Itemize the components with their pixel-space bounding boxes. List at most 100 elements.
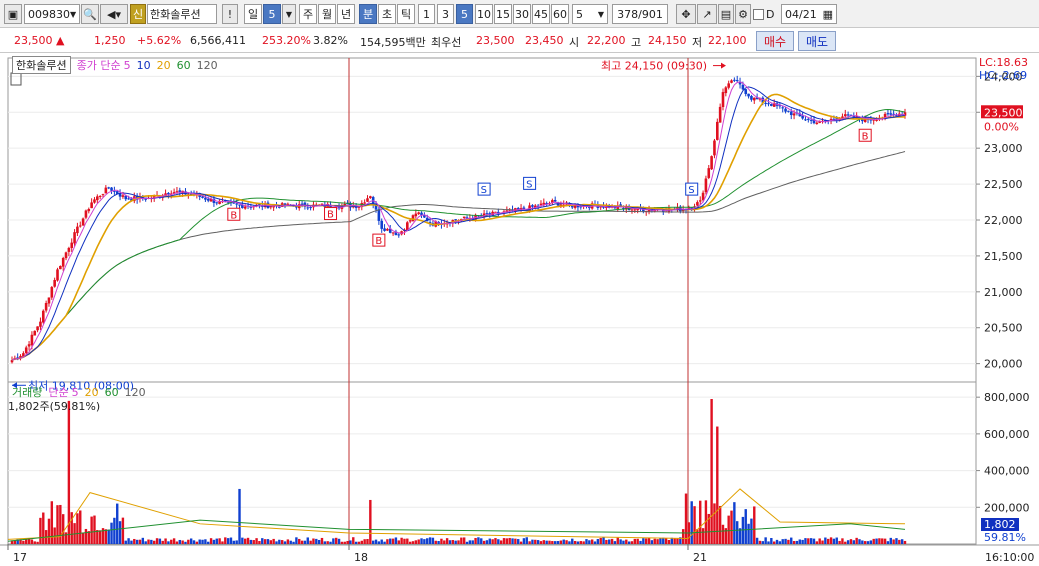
current-pct-tag: 0.00% xyxy=(984,120,1019,133)
stock-code-select[interactable]: 009830 ▼ xyxy=(24,4,80,24)
period-week-button[interactable]: 주 xyxy=(299,4,317,24)
volume-bar xyxy=(164,538,167,544)
candle-body xyxy=(542,202,546,205)
count-select[interactable]: 5 ▼ xyxy=(572,4,608,24)
interval-3-button[interactable]: 3 xyxy=(437,4,454,24)
volume-bar xyxy=(718,505,722,544)
volume-bar xyxy=(303,540,307,544)
period-year-button[interactable]: 년 xyxy=(337,4,355,24)
volume-bar xyxy=(244,538,247,544)
volume-bar xyxy=(579,541,582,544)
date-picker[interactable]: 04/21 ▦ xyxy=(781,4,837,24)
volume-bar xyxy=(494,538,497,544)
volume-bar xyxy=(343,541,346,544)
volume-bar xyxy=(736,521,739,544)
sell-signal-label: S xyxy=(481,185,487,196)
save-icon[interactable]: ▤ xyxy=(718,4,734,24)
candle-body xyxy=(306,207,310,209)
period-second-button[interactable]: 초 xyxy=(378,4,396,24)
period-count-button[interactable]: 5 xyxy=(263,4,281,24)
volume-bar xyxy=(298,538,301,544)
candle-body xyxy=(175,191,179,193)
volume-bar xyxy=(346,540,349,544)
volume-bar xyxy=(571,538,574,544)
price-pane-title[interactable]: 한화솔루션 xyxy=(12,56,71,74)
period-day-button[interactable]: 일 xyxy=(244,4,262,24)
interval-45-button[interactable]: 45 xyxy=(532,4,550,24)
volume-bar xyxy=(320,537,324,544)
candle-body xyxy=(30,334,34,346)
day-label: 17 xyxy=(13,551,27,564)
buy-button[interactable]: 매수 xyxy=(756,31,794,51)
volume-bar xyxy=(98,530,102,544)
interval-1-button[interactable]: 1 xyxy=(418,4,435,24)
candle-body xyxy=(630,209,634,211)
gear-icon[interactable]: ⚙ xyxy=(735,4,751,24)
checkbox-icon[interactable] xyxy=(753,8,764,20)
volume-bar xyxy=(30,539,34,544)
volume-bar xyxy=(835,537,838,544)
volume-bar xyxy=(551,541,554,544)
interval-60-button[interactable]: 60 xyxy=(551,4,569,24)
period-tick-button[interactable]: 틱 xyxy=(397,4,415,24)
interval-15-button[interactable]: 15 xyxy=(494,4,512,24)
candle-body xyxy=(696,202,699,206)
vol-ma60-label: 60 xyxy=(104,385,119,399)
volume-bar xyxy=(335,537,338,544)
volume-bar xyxy=(610,538,614,544)
period-month-button[interactable]: 월 xyxy=(318,4,336,24)
volume-bar xyxy=(87,531,90,544)
volume-bar xyxy=(113,517,116,544)
volume-bar xyxy=(465,541,469,544)
candle-body xyxy=(843,114,847,117)
volume-bar xyxy=(625,539,628,544)
speaker-icon[interactable]: ◀▾ xyxy=(100,4,128,24)
chart-area[interactable]: 24,000 23,000 22,500 22,000 21,500 21,000 20,5… xyxy=(0,54,1039,566)
sell-button[interactable]: 매도 xyxy=(798,31,836,51)
candle-body xyxy=(718,106,722,123)
volume-bar xyxy=(721,524,725,544)
screen-menu-icon[interactable]: ▣ xyxy=(4,4,22,24)
change-pct-value: +5.62% xyxy=(137,34,182,47)
candle-body xyxy=(809,119,813,121)
volume-bar xyxy=(42,512,45,544)
search-icon[interactable]: 🔍 xyxy=(81,4,99,24)
candle-body xyxy=(553,200,557,202)
crosshair-icon[interactable]: ✥ xyxy=(676,4,696,24)
period-dropdown-icon[interactable]: ▼ xyxy=(282,4,296,24)
volume-bar xyxy=(471,540,474,544)
period-minute-button[interactable]: 분 xyxy=(359,4,377,24)
volume-bar xyxy=(133,538,136,544)
candle-body xyxy=(36,326,39,331)
interval-5-button[interactable]: 5 xyxy=(456,4,473,24)
volume-bar xyxy=(807,538,810,544)
volume-bar xyxy=(152,540,156,544)
candle-body xyxy=(767,103,770,105)
price-tick-label: 21,000 xyxy=(984,286,1023,299)
volume-bar xyxy=(531,539,534,544)
volume-pct-tag: 59.81% xyxy=(984,531,1026,544)
candle-body xyxy=(710,156,713,170)
calendar-icon[interactable]: ▦ xyxy=(823,8,833,21)
interval-10-button[interactable]: 10 xyxy=(475,4,493,24)
interval-30-button[interactable]: 30 xyxy=(513,4,531,24)
volume-bar xyxy=(528,541,531,544)
volume-bar xyxy=(224,537,227,544)
volume-bar xyxy=(849,539,853,544)
volume-bar xyxy=(482,540,486,544)
volume-bar xyxy=(158,538,162,544)
volume-bar xyxy=(716,426,719,544)
draw-tool-icon[interactable]: ↗ xyxy=(697,4,717,24)
volume-bar xyxy=(79,510,82,544)
d-checkbox[interactable]: D xyxy=(753,4,783,24)
candle-body xyxy=(78,225,82,227)
chart-canvas[interactable]: 24,00023,00022,50022,00021,50021,00020,5… xyxy=(0,54,1039,566)
alert-button[interactable]: ! xyxy=(222,4,238,24)
candle-body xyxy=(64,252,68,259)
volume-bar xyxy=(613,541,617,544)
stock-name-field[interactable]: 한화솔루션 xyxy=(147,4,217,24)
open-value: 22,200 xyxy=(587,34,626,47)
volume-bar xyxy=(875,538,878,544)
ask-value: 23,500 xyxy=(476,34,515,47)
candle-body xyxy=(383,228,386,231)
